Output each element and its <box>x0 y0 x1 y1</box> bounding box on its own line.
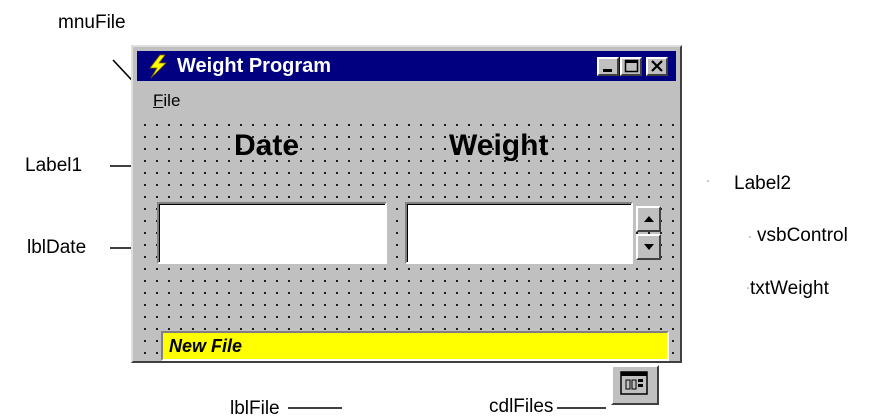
close-button[interactable] <box>646 57 668 76</box>
close-icon <box>651 60 663 72</box>
maximize-button[interactable] <box>620 57 642 76</box>
form-design-surface: Date Weight New File <box>137 117 676 405</box>
weight-program-window: Weight Program File Date Weight New File <box>131 45 682 405</box>
cdlfiles-control[interactable] <box>611 365 659 405</box>
callout-cdlFiles: cdlFiles <box>489 396 554 417</box>
menu-file[interactable]: File <box>153 91 180 111</box>
callout-vsbControl: vsbControl <box>757 225 848 246</box>
menu-bar: File <box>137 85 676 111</box>
callout-mnuFile: mnuFile <box>58 12 126 33</box>
minimize-button[interactable] <box>597 57 619 76</box>
txtweight-field[interactable] <box>405 202 633 264</box>
callout-lblFile: lblFile <box>230 398 280 419</box>
vsbcontrol-down-button[interactable] <box>636 234 661 260</box>
lblfile-label: New File <box>161 331 669 361</box>
lblfile-text: New File <box>169 336 243 356</box>
maximize-icon <box>624 59 639 73</box>
label2-weight: Weight <box>449 129 549 162</box>
callout-txtWeight: txtWeight <box>750 278 829 299</box>
menu-file-label: ile <box>163 91 181 110</box>
callout-label2: Label2 <box>734 173 792 194</box>
arrow-up-icon <box>644 216 654 222</box>
title-bar[interactable]: Weight Program <box>137 51 676 81</box>
menu-file-accel: F <box>153 91 164 110</box>
arrow-down-icon <box>644 244 654 250</box>
label1-date: Date <box>234 129 300 162</box>
callout-lblDate: lblDate <box>27 237 87 258</box>
lbldate-box <box>157 202 387 264</box>
vsbcontrol-up-button[interactable] <box>636 206 661 232</box>
lightning-icon <box>149 54 167 79</box>
callout-label1: Label1 <box>25 155 83 176</box>
minimize-icon <box>603 69 612 72</box>
common-dialog-icon <box>620 371 648 395</box>
window-title: Weight Program <box>177 55 332 77</box>
